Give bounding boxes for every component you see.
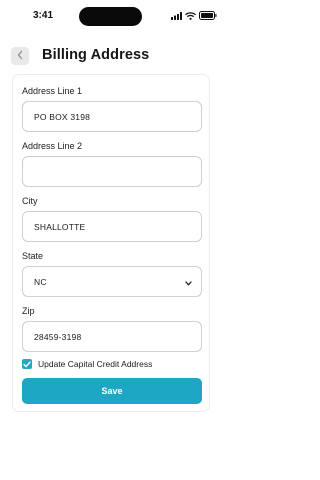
save-button[interactable]: Save	[22, 378, 202, 404]
zip-label: Zip	[22, 306, 35, 316]
wifi-icon	[185, 7, 196, 25]
dynamic-island	[79, 7, 142, 26]
address-line-2-label: Address Line 2	[22, 141, 83, 151]
battery-icon	[199, 7, 217, 25]
address-line-1-value: PO BOX 3198	[34, 111, 91, 122]
update-capital-credit-row[interactable]: Update Capital Credit Address	[22, 358, 152, 370]
city-value: SHALLOTTE	[34, 221, 86, 232]
city-field[interactable]: SHALLOTTE	[22, 211, 202, 242]
check-icon	[23, 355, 31, 373]
chevron-down-icon	[185, 278, 192, 288]
update-capital-credit-checkbox[interactable]	[22, 359, 32, 369]
save-button-label: Save	[101, 386, 123, 396]
signal-icon	[171, 7, 182, 25]
zip-field[interactable]: 28459-3198	[22, 321, 202, 352]
chevron-left-icon	[16, 47, 24, 65]
status-bar: 3:41	[0, 0, 221, 34]
address-line-2-field[interactable]	[22, 156, 202, 187]
billing-address-form: Address Line 1 PO BOX 3198 Address Line …	[12, 74, 210, 412]
address-line-1-field[interactable]: PO BOX 3198	[22, 101, 202, 132]
back-button[interactable]	[11, 47, 29, 65]
header: Billing Address	[0, 44, 221, 68]
state-label: State	[22, 251, 44, 261]
zip-value: 28459-3198	[34, 331, 82, 342]
address-line-1-label: Address Line 1	[22, 86, 83, 96]
status-time: 3:41	[33, 10, 54, 21]
state-value: NC	[34, 276, 47, 287]
page-title: Billing Address	[42, 47, 150, 63]
city-label: City	[22, 196, 38, 206]
status-icons	[171, 10, 217, 20]
update-capital-credit-label: Update Capital Credit Address	[38, 359, 153, 369]
state-select[interactable]: NC	[22, 266, 202, 297]
